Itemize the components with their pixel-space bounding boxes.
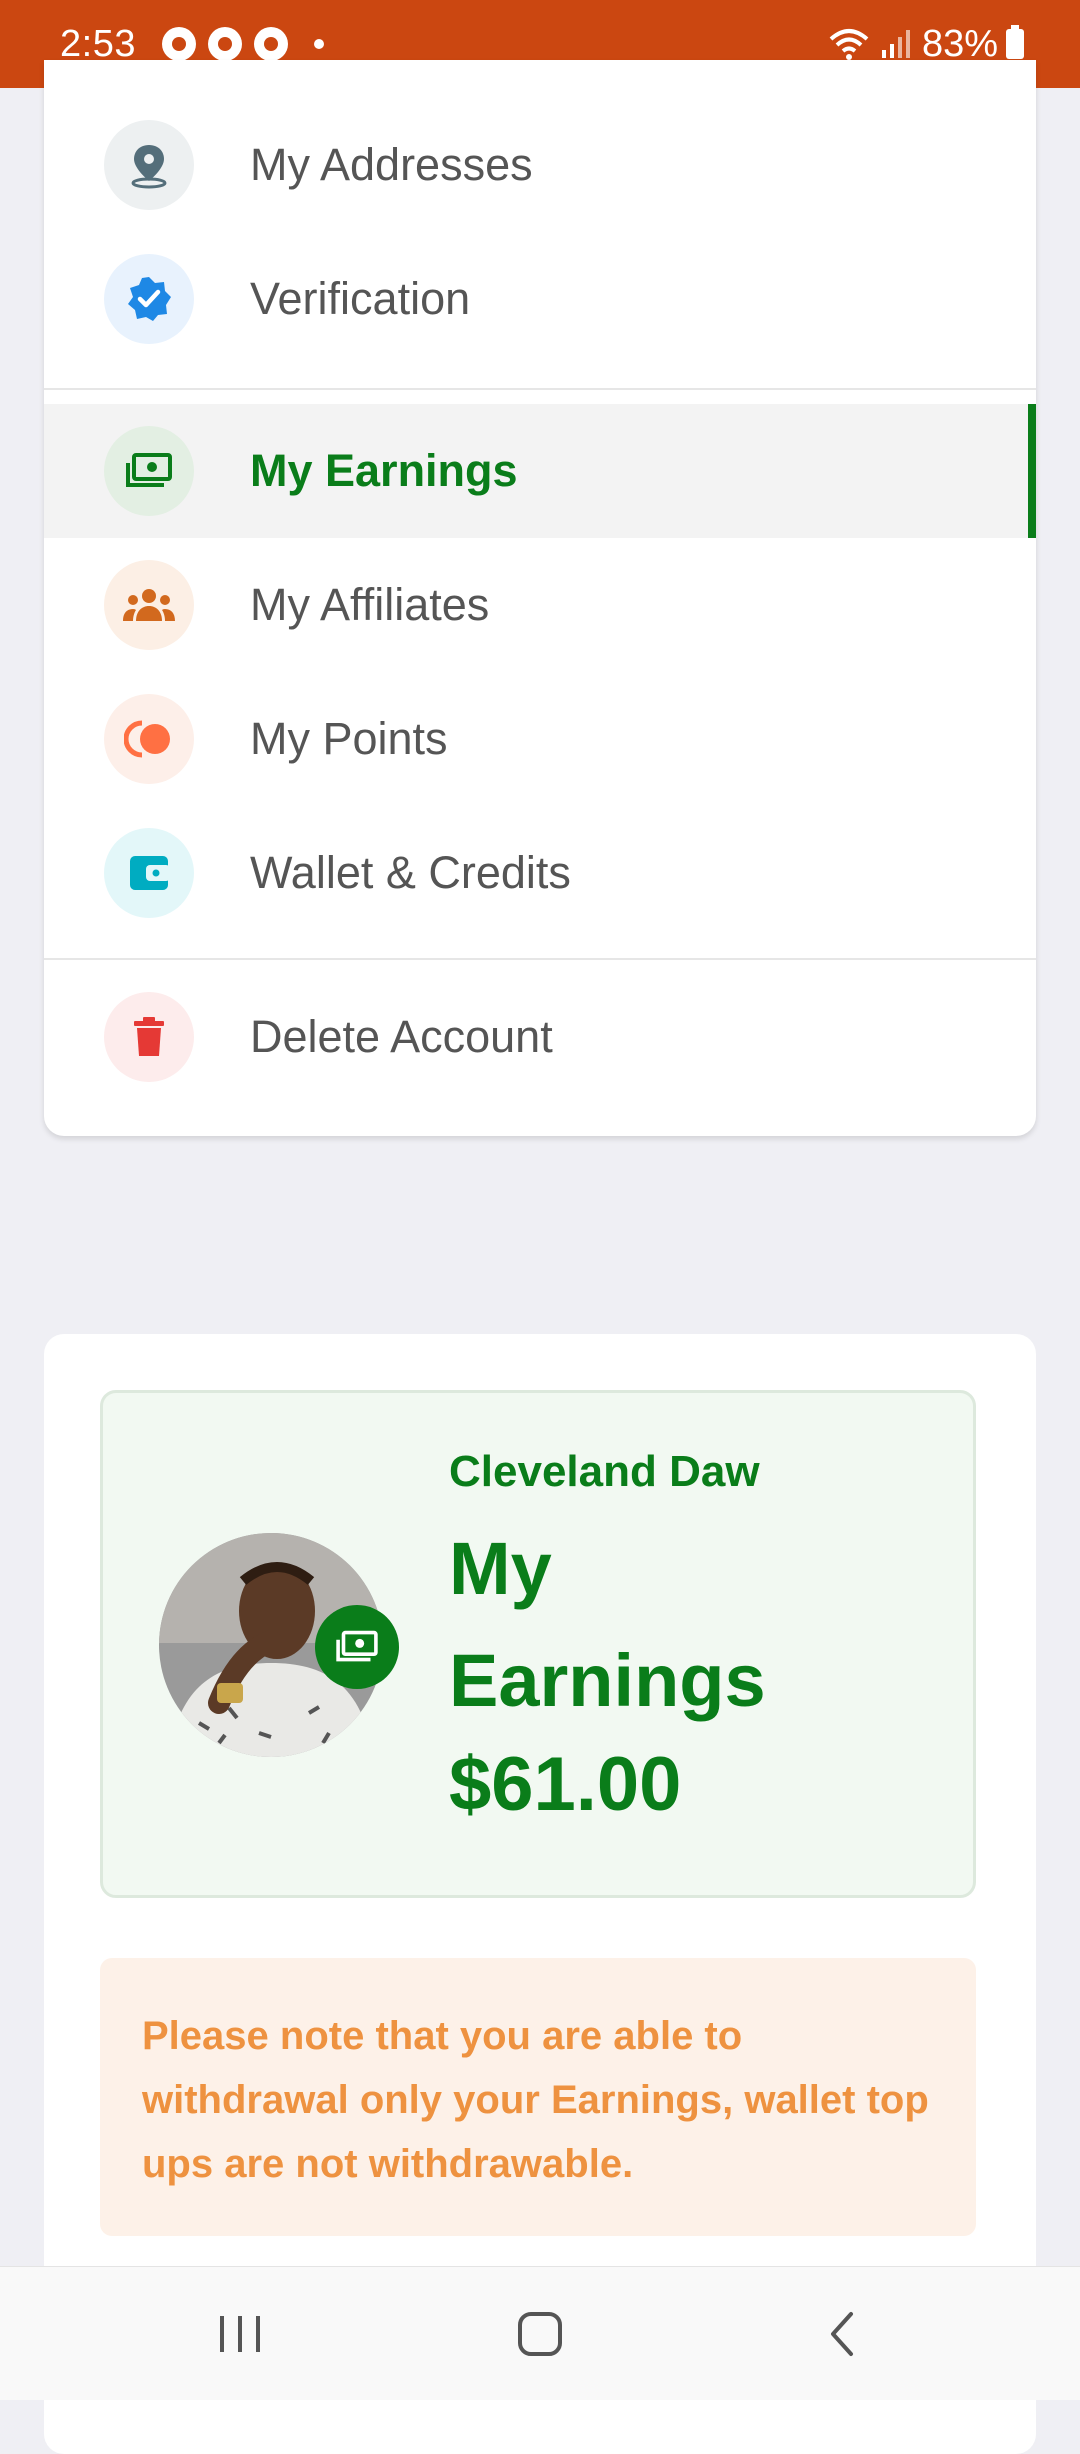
recent-apps-button[interactable]: [150, 2267, 330, 2401]
points-icon: [104, 694, 194, 784]
signal-icon: [881, 30, 910, 58]
menu-item-my-addresses[interactable]: My Addresses: [44, 98, 1036, 232]
menu-item-label: Delete Account: [250, 1011, 553, 1062]
location-pin-icon: [104, 120, 194, 210]
menu-item-my-points[interactable]: My Points: [44, 672, 1036, 806]
home-button[interactable]: [450, 2267, 630, 2401]
system-navigation-bar: [0, 2266, 1080, 2400]
menu-item-my-affiliates[interactable]: My Affiliates: [44, 538, 1036, 672]
wifi-icon: [829, 29, 869, 60]
menu-item-verification[interactable]: Verification: [44, 232, 1036, 366]
verified-badge-icon: [104, 254, 194, 344]
chrome-icon: [207, 27, 242, 61]
back-icon: [831, 2312, 853, 2356]
withdrawal-notice: Please note that you are able to withdra…: [100, 1958, 976, 2236]
back-button[interactable]: [752, 2267, 932, 2401]
menu-item-wallet-credits[interactable]: Wallet & Credits: [44, 806, 1036, 940]
menu-item-label: My Points: [250, 713, 448, 764]
menu-divider: [44, 388, 1036, 390]
battery-icon: [1006, 25, 1024, 59]
account-menu: My Addresses Verification My Earnings My…: [44, 60, 1036, 1136]
earnings-summary: Cleveland Daw My Earnings $61.00: [100, 1390, 976, 1898]
money-icon: [104, 426, 194, 516]
home-icon: [518, 2312, 562, 2356]
earnings-amount: $61.00: [449, 1742, 682, 1827]
menu-item-label: My Affiliates: [250, 579, 490, 630]
chrome-icon: [253, 27, 288, 61]
notification-dot-icon: [313, 39, 324, 49]
wallet-icon: [104, 828, 194, 918]
menu-divider: [44, 958, 1036, 960]
menu-item-delete-account[interactable]: Delete Account: [44, 970, 1036, 1104]
user-name: Cleveland Daw: [449, 1447, 760, 1496]
menu-item-label: My Addresses: [250, 139, 533, 190]
earnings-title: My Earnings: [449, 1527, 766, 1722]
menu-item-label: Wallet & Credits: [250, 847, 571, 898]
group-icon: [104, 560, 194, 650]
menu-item-my-earnings[interactable]: My Earnings: [44, 404, 1036, 538]
menu-item-label: Verification: [250, 273, 471, 324]
chrome-icon: [161, 27, 196, 61]
trash-icon: [104, 992, 194, 1082]
recent-apps-icon: [220, 2316, 260, 2352]
money-icon: [315, 1605, 399, 1689]
menu-item-label: My Earnings: [250, 445, 518, 496]
